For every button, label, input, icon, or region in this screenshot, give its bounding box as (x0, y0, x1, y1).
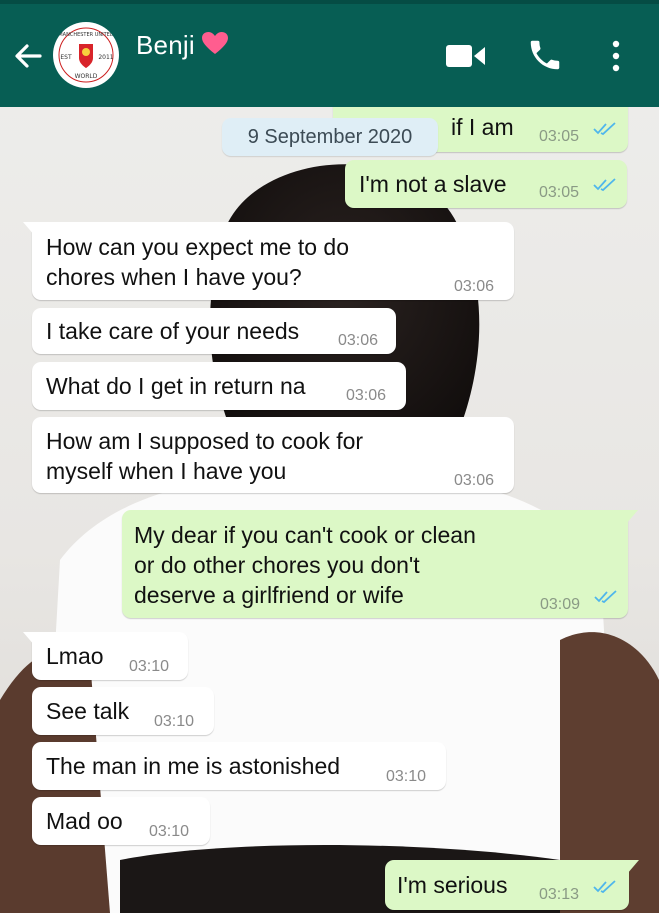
message-time: 03:10 (154, 713, 195, 730)
svg-text:2011: 2011 (98, 54, 113, 61)
svg-text:WORLD: WORLD (75, 73, 98, 80)
message-text: I'm not a slave (359, 171, 507, 197)
message-text-line: myself when I have you (46, 458, 287, 484)
svg-text:EST: EST (60, 54, 72, 61)
svg-text:MANCHESTER UNITED: MANCHESTER UNITED (58, 32, 113, 38)
video-call-icon[interactable] (444, 40, 488, 72)
message-time: 03:10 (386, 768, 427, 785)
back-button[interactable] (10, 38, 46, 74)
date-separator: 9 September 2020 (222, 118, 438, 156)
message-time: 03:13 (539, 886, 580, 903)
chat-header: MANCHESTER UNITED EST 2011 WORLD Benji (0, 0, 659, 107)
read-ticks-icon (593, 178, 616, 192)
read-ticks-icon (593, 880, 616, 894)
message-text-line: My dear if you can't cook or clean (134, 522, 476, 548)
message-text-line: How am I supposed to cook for (46, 428, 364, 454)
contact-name[interactable]: Benji (136, 30, 195, 61)
club-crest-logo: MANCHESTER UNITED EST 2011 WORLD (54, 23, 118, 87)
heart-icon (202, 32, 228, 54)
more-options-icon[interactable] (606, 38, 626, 74)
message-text: Mad oo (46, 808, 123, 834)
bubble-tail (23, 632, 35, 646)
read-ticks-icon (593, 122, 616, 136)
phone-icon[interactable] (526, 36, 564, 74)
bubble-tail (626, 510, 638, 524)
message-bubble-incoming[interactable]: See talk 03:10 (32, 687, 214, 735)
message-time: 03:06 (454, 278, 495, 295)
message-time: 03:10 (129, 658, 170, 675)
message-bubble-outgoing[interactable]: I'm serious 03:13 (385, 860, 639, 910)
message-bubble-incoming[interactable]: I take care of your needs 03:06 (32, 308, 396, 354)
message-text: if I am (451, 114, 514, 140)
message-time: 03:10 (149, 823, 190, 840)
message-bubble-incoming[interactable]: Lmao 03:10 (23, 632, 188, 680)
read-ticks-icon (594, 590, 617, 604)
message-bubble-outgoing[interactable]: I'm not a slave 03:05 (345, 160, 627, 208)
message-text-line: deserve a girlfriend or wife (134, 582, 404, 608)
message-text: I take care of your needs (46, 318, 300, 344)
message-bubble-incoming[interactable]: Mad oo 03:10 (32, 797, 210, 845)
message-time: 03:06 (338, 332, 379, 349)
message-time: 03:06 (346, 387, 387, 404)
message-text: What do I get in return na (46, 373, 306, 399)
status-bar-strip (0, 0, 659, 4)
message-time: 03:09 (540, 596, 581, 613)
message-text-line: or do other chores you don't (134, 552, 420, 578)
bubble-tail (627, 860, 639, 874)
back-arrow-icon (15, 44, 42, 68)
message-bubble-incoming[interactable]: How can you expect me to do chores when … (23, 222, 514, 300)
message-bubble-incoming[interactable]: What do I get in return na 03:06 (32, 362, 406, 410)
message-time: 03:05 (539, 184, 580, 201)
message-text: The man in me is astonished (46, 753, 341, 779)
message-text: Lmao (46, 643, 104, 669)
message-text-line: How can you expect me to do (46, 234, 349, 260)
message-bubble-incoming[interactable]: The man in me is astonished 03:10 (32, 742, 446, 790)
message-bubble-outgoing[interactable]: My dear if you can't cook or clean or do… (122, 510, 638, 618)
message-time: 03:05 (539, 128, 580, 145)
message-text: I'm serious (397, 872, 508, 898)
avatar[interactable]: MANCHESTER UNITED EST 2011 WORLD (53, 22, 119, 88)
message-text-line: chores when I have you? (46, 264, 302, 290)
message-time: 03:06 (454, 472, 495, 489)
message-bubble-incoming[interactable]: How am I supposed to cook for myself whe… (32, 417, 514, 493)
bubble-tail (23, 222, 35, 236)
message-text: See talk (46, 698, 130, 724)
